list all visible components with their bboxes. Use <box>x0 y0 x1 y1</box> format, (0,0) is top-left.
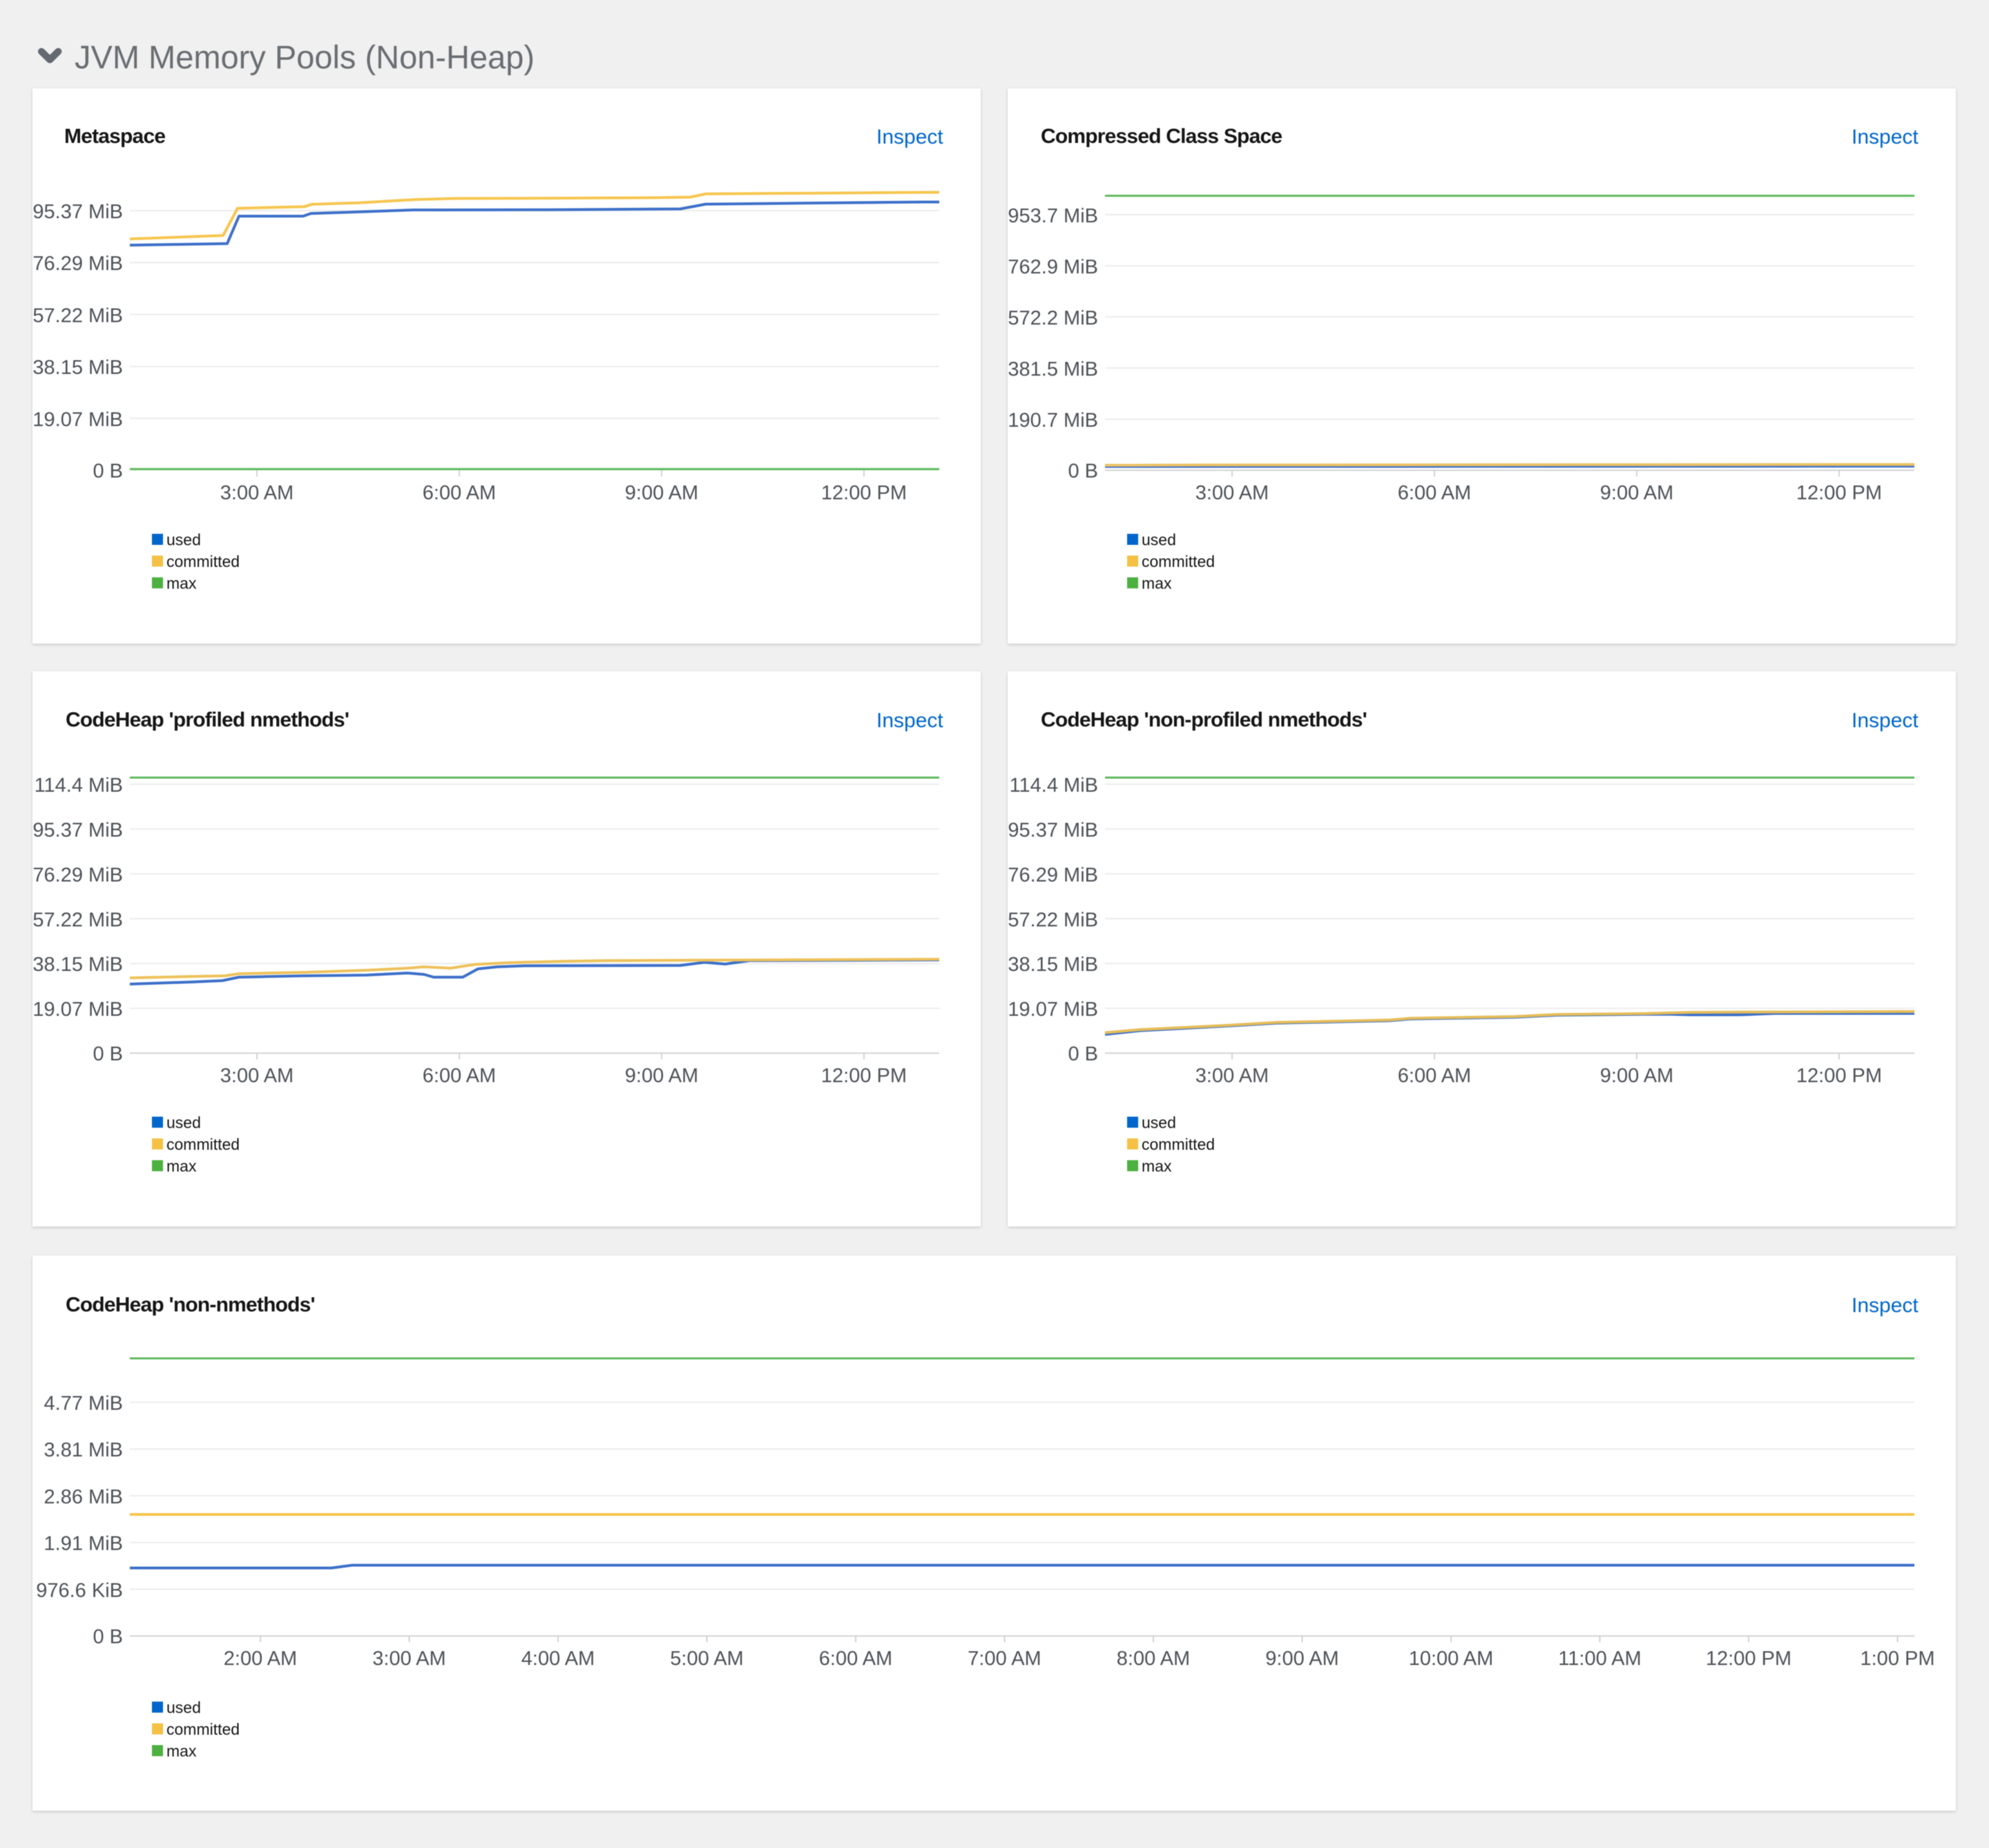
svg-text:953.7 MiB: 953.7 MiB <box>1008 205 1098 227</box>
svg-text:12:00 PM: 12:00 PM <box>821 1065 907 1087</box>
svg-text:committed: committed <box>166 1135 240 1153</box>
svg-text:57.22 MiB: 57.22 MiB <box>32 305 123 327</box>
svg-text:114.4 MiB: 114.4 MiB <box>1010 775 1098 797</box>
svg-text:2.86 MiB: 2.86 MiB <box>44 1486 123 1508</box>
svg-text:max: max <box>1142 1157 1172 1175</box>
svg-text:95.37 MiB: 95.37 MiB <box>1008 820 1098 842</box>
svg-text:38.15 MiB: 38.15 MiB <box>32 954 123 976</box>
svg-text:4:00 AM: 4:00 AM <box>521 1648 595 1670</box>
svg-text:8:00 AM: 8:00 AM <box>1117 1648 1190 1670</box>
svg-text:committed: committed <box>166 552 240 570</box>
svg-text:0 B: 0 B <box>93 1043 123 1066</box>
svg-text:committed: committed <box>166 1720 240 1738</box>
svg-text:3:00 AM: 3:00 AM <box>220 1065 294 1087</box>
svg-text:6:00 AM: 6:00 AM <box>423 482 496 504</box>
svg-text:76.29 MiB: 76.29 MiB <box>32 864 123 886</box>
svg-text:max: max <box>166 1157 197 1175</box>
svg-text:4.77 MiB: 4.77 MiB <box>44 1393 123 1415</box>
svg-text:6:00 AM: 6:00 AM <box>1398 1065 1471 1087</box>
svg-text:76.29 MiB: 76.29 MiB <box>32 253 123 275</box>
svg-text:committed: committed <box>1142 1135 1215 1153</box>
svg-text:38.15 MiB: 38.15 MiB <box>32 357 123 379</box>
svg-text:1.91 MiB: 1.91 MiB <box>44 1533 123 1555</box>
svg-text:used: used <box>1142 1114 1176 1132</box>
svg-text:114.4 MiB: 114.4 MiB <box>35 775 123 797</box>
svg-text:12:00 PM: 12:00 PM <box>1706 1648 1791 1670</box>
svg-text:1:00 PM: 1:00 PM <box>1861 1648 1935 1670</box>
svg-text:9:00 AM: 9:00 AM <box>1600 1065 1673 1087</box>
svg-text:7:00 AM: 7:00 AM <box>968 1648 1041 1670</box>
svg-text:976.6 KiB: 976.6 KiB <box>36 1579 123 1601</box>
svg-text:12:00 PM: 12:00 PM <box>1796 1065 1882 1087</box>
svg-text:3.81 MiB: 3.81 MiB <box>44 1439 123 1461</box>
svg-text:19.07 MiB: 19.07 MiB <box>32 999 123 1021</box>
svg-text:6:00 AM: 6:00 AM <box>819 1648 892 1670</box>
svg-text:used: used <box>166 1699 201 1717</box>
svg-text:0 B: 0 B <box>1068 461 1098 483</box>
svg-text:572.2 MiB: 572.2 MiB <box>1008 307 1098 329</box>
svg-text:6:00 AM: 6:00 AM <box>1398 482 1471 504</box>
svg-text:3:00 AM: 3:00 AM <box>1195 1065 1269 1087</box>
svg-text:57.22 MiB: 57.22 MiB <box>32 909 123 931</box>
svg-text:762.9 MiB: 762.9 MiB <box>1008 256 1098 278</box>
svg-text:10:00 AM: 10:00 AM <box>1409 1648 1494 1670</box>
svg-text:38.15 MiB: 38.15 MiB <box>1008 954 1098 976</box>
svg-text:used: used <box>166 1114 201 1132</box>
svg-text:max: max <box>166 575 197 593</box>
svg-text:2:00 AM: 2:00 AM <box>224 1648 297 1670</box>
svg-text:11:00 AM: 11:00 AM <box>1558 1648 1641 1670</box>
svg-text:381.5 MiB: 381.5 MiB <box>1008 358 1098 381</box>
svg-text:9:00 AM: 9:00 AM <box>1600 482 1673 504</box>
svg-text:57.22 MiB: 57.22 MiB <box>1008 909 1098 931</box>
svg-text:0 B: 0 B <box>1068 1043 1098 1066</box>
svg-text:190.7 MiB: 190.7 MiB <box>1008 410 1098 432</box>
svg-text:0 B: 0 B <box>93 1626 123 1648</box>
svg-text:3:00 AM: 3:00 AM <box>1195 482 1269 504</box>
svg-text:used: used <box>166 531 201 549</box>
svg-text:9:00 AM: 9:00 AM <box>1265 1648 1338 1670</box>
svg-text:0 B: 0 B <box>93 461 123 483</box>
svg-text:19.07 MiB: 19.07 MiB <box>32 409 123 431</box>
svg-text:max: max <box>1142 575 1172 593</box>
svg-text:5:00 AM: 5:00 AM <box>670 1648 743 1670</box>
svg-text:committed: committed <box>1142 552 1215 570</box>
svg-text:12:00 PM: 12:00 PM <box>1796 482 1882 504</box>
svg-text:9:00 AM: 9:00 AM <box>625 1065 698 1087</box>
svg-text:12:00 PM: 12:00 PM <box>821 482 907 504</box>
svg-text:76.29 MiB: 76.29 MiB <box>1008 864 1098 886</box>
svg-text:9:00 AM: 9:00 AM <box>625 482 698 504</box>
svg-text:max: max <box>166 1742 197 1760</box>
svg-text:3:00 AM: 3:00 AM <box>220 482 294 504</box>
svg-text:used: used <box>1142 531 1176 549</box>
svg-text:3:00 AM: 3:00 AM <box>372 1648 445 1670</box>
svg-text:6:00 AM: 6:00 AM <box>423 1065 496 1087</box>
svg-text:95.37 MiB: 95.37 MiB <box>32 820 123 842</box>
svg-text:19.07 MiB: 19.07 MiB <box>1008 999 1098 1021</box>
svg-text:95.37 MiB: 95.37 MiB <box>32 201 123 223</box>
